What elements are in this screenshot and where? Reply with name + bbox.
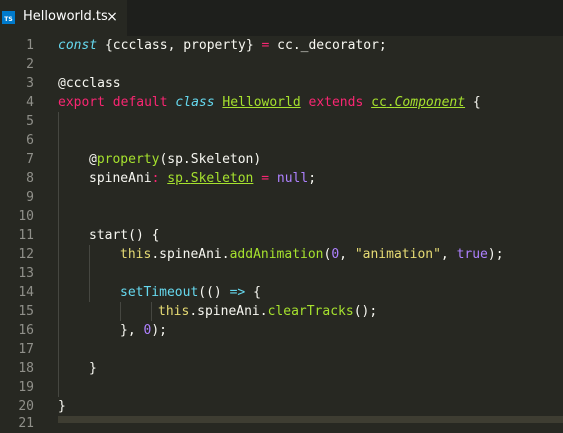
namespace-sp: sp [167,171,183,186]
line-number: 16 [18,323,34,338]
line-number: 14 [18,285,34,300]
line-number-gutter: 1 2 3 4 5 6 7 8 9 10 11 12 13 14 15 16 1… [0,36,46,431]
line-number: 1 [26,38,34,53]
line-number: 6 [26,133,34,148]
function-name: clearTracks [267,304,354,319]
indent-guide [120,302,121,321]
namespace-cc: cc [371,95,387,110]
keyword-class: class [175,95,215,110]
code-editor[interactable]: 1 2 3 4 5 6 7 8 9 10 11 12 13 14 15 16 1… [0,36,563,431]
code-line-8: spineAni: sp.Skeleton = null; [89,169,316,188]
decorator-text: @ccclass [58,76,121,91]
code-line-20: } [58,397,66,416]
keyword-const: const [58,38,98,53]
code-text: }, [120,323,144,338]
code-line-1: const {ccclass, property} = cc._decorato… [58,36,387,55]
code-line-15: this.spineAni.clearTracks(); [158,302,377,321]
horizontal-scrollbar[interactable] [58,416,563,423]
code-text: .spineAni. [189,304,268,319]
line-number: 17 [18,342,34,357]
line-number: 8 [26,171,34,186]
code-text: ); [487,247,504,262]
line-number: 19 [18,380,34,395]
code-text: } [58,399,66,414]
keyword-this: this [158,304,190,319]
line-number: 3 [26,76,34,91]
code-area[interactable]: const {ccclass, property} = cc._decorato… [58,36,563,423]
null-literal: null [276,171,309,186]
keyword-export: export [58,95,105,110]
code-text: start() { [89,228,160,243]
code-text: (sp.Skeleton) [159,152,262,167]
line-number: 21 [18,416,34,431]
code-line-12: this.spineAni.addAnimation(0, "animation… [120,245,504,264]
code-text: {ccclass, property} [97,38,262,53]
tab-label: Helloworld.ts [23,9,108,24]
indent-guide [58,112,59,397]
code-text: , [440,247,457,262]
line-number: 15 [18,304,34,319]
code-line-3: @ccclass [58,74,121,93]
keyword-extends: extends [308,95,364,110]
code-line-11: start() { [89,226,159,245]
function-name: property [96,152,160,167]
colon: : [151,171,160,186]
class-name: Helloworld [222,95,301,110]
keyword-default: default [112,95,168,110]
string-literal: "animation" [354,247,441,262]
indent-guide [89,245,90,302]
line-number: 2 [26,57,34,72]
function-name: setTimeout [120,285,199,300]
line-number: 9 [26,190,34,205]
function-name: addAnimation [229,247,324,262]
line-number: 5 [26,114,34,129]
code-text: , [339,247,355,262]
operator: = [261,171,270,186]
line-number: 10 [18,209,34,224]
boolean-literal: true [456,247,488,262]
code-line-18: } [89,359,97,378]
code-line-14: setTimeout(() => { [120,283,261,302]
indent-guide [151,302,152,321]
code-text: { [245,285,261,300]
code-text: ); [151,323,167,338]
code-text: } [89,361,97,376]
line-number: 4 [26,95,34,110]
at-sign: @ [89,152,97,167]
code-text: .spineAni. [151,247,230,262]
code-text: cc._decorator; [269,38,387,53]
tab-bar: TS Helloworld.ts × [0,0,563,36]
code-line-16: }, 0); [120,321,167,340]
close-icon[interactable]: × [104,7,120,27]
code-text: (); [353,304,378,319]
typescript-file-icon: TS [2,11,15,24]
keyword-this: this [120,247,152,262]
arrow-operator: => [229,285,246,300]
line-number: 11 [18,228,34,243]
type-name: Skeleton [190,171,254,186]
line-number: 18 [18,361,34,376]
semicolon: ; [308,171,317,186]
dot: . [386,95,395,110]
line-number: 13 [18,266,34,281]
code-text: { [465,95,481,110]
tab-helloworld[interactable]: TS Helloworld.ts × [0,0,127,36]
code-line-7: @property(sp.Skeleton) [89,150,261,169]
variable-name: spineAni [89,171,152,186]
line-number: 7 [26,152,34,167]
number-literal: 0 [331,247,340,262]
base-class-name: Component [394,95,466,110]
line-number: 12 [18,247,34,262]
code-line-4: export default class Helloworld extends … [58,93,481,112]
dot: . [182,171,191,186]
code-text: (() [198,285,230,300]
